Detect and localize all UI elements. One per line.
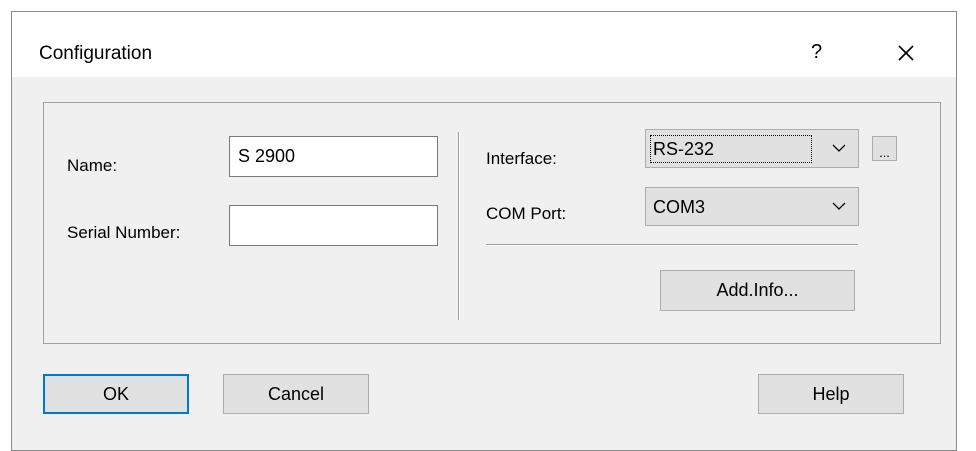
configuration-dialog: Configuration ? Name: Serial Number: Int… bbox=[11, 11, 957, 451]
com-port-label: COM Port: bbox=[486, 204, 567, 223]
vertical-divider bbox=[458, 132, 460, 320]
interface-value: RS-232 bbox=[653, 139, 715, 159]
help-button[interactable]: Help bbox=[758, 374, 904, 414]
close-icon[interactable] bbox=[892, 39, 920, 67]
cancel-button[interactable]: Cancel bbox=[223, 374, 369, 414]
chevron-down-icon bbox=[832, 202, 846, 210]
interface-select[interactable]: RS-232 bbox=[645, 129, 859, 168]
horizontal-divider bbox=[486, 244, 858, 246]
name-input[interactable] bbox=[229, 136, 438, 177]
browse-button[interactable]: ... bbox=[872, 136, 897, 161]
dialog-title: Configuration bbox=[39, 43, 153, 64]
serial-number-label: Serial Number: bbox=[67, 223, 181, 242]
chevron-down-icon bbox=[832, 144, 846, 152]
ok-button[interactable]: OK bbox=[43, 374, 189, 414]
interface-label: Interface: bbox=[486, 149, 557, 168]
add-info-button[interactable]: Add.Info... bbox=[660, 270, 855, 311]
title-bar: Configuration ? bbox=[12, 12, 956, 77]
help-question-button[interactable]: ? bbox=[811, 41, 822, 63]
com-port-select[interactable]: COM3 bbox=[645, 187, 859, 226]
serial-number-input[interactable] bbox=[229, 205, 438, 246]
com-port-value: COM3 bbox=[653, 197, 706, 217]
name-label: Name: bbox=[67, 156, 118, 175]
